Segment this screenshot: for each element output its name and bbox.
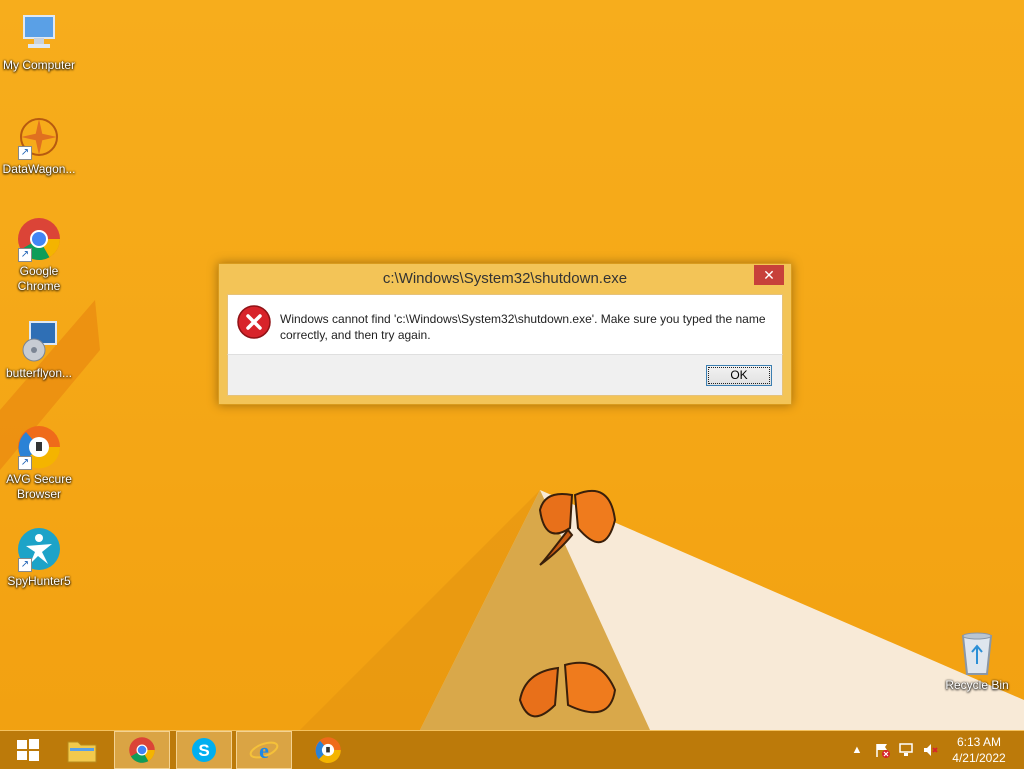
dialog-footer: OK <box>227 354 783 396</box>
show-hidden-icons-button[interactable]: ▲ <box>848 731 866 769</box>
ie-icon: e <box>249 738 279 763</box>
chrome-icon: ↗ <box>16 216 62 262</box>
desktop-icon-label: Google Chrome <box>17 264 61 293</box>
dialog-title: c:\Windows\System32\shutdown.exe <box>382 270 628 287</box>
close-button[interactable]: ✕ <box>754 265 784 285</box>
spyhunter-icon: ↗ <box>16 526 62 572</box>
clock-time: 6:13 AM <box>956 735 1002 749</box>
svg-text:e: e <box>259 738 269 763</box>
error-dialog: c:\Windows\System32\shutdown.exe ✕ Windo… <box>218 263 792 405</box>
installer-icon <box>16 318 62 364</box>
avg-browser-icon <box>315 737 341 763</box>
windows-logo-icon <box>17 739 39 761</box>
skype-icon: S <box>192 738 216 762</box>
dialog-titlebar[interactable]: c:\Windows\System32\shutdown.exe ✕ <box>219 264 791 294</box>
dialog-message: Windows cannot find 'c:\Windows\System32… <box>280 312 766 342</box>
taskbar-avg-browser[interactable] <box>300 731 356 769</box>
taskbar-skype[interactable]: S <box>176 731 232 769</box>
folder-icon <box>67 741 97 763</box>
desktop-icon-recycle-bin[interactable]: Recycle Bin <box>940 630 1014 692</box>
desktop-icon-label: Recycle Bin <box>945 678 1009 692</box>
desktop-icon-label: DataWagon... <box>2 162 76 176</box>
svg-text:S: S <box>198 741 209 760</box>
shortcut-arrow-icon: ↗ <box>18 558 32 572</box>
desktop-icon-label: butterflyon... <box>5 366 73 380</box>
taskbar-clock[interactable]: 6:13 AM 4/21/2022 <box>944 734 1014 766</box>
avg-browser-icon: ↗ <box>16 424 62 470</box>
shortcut-arrow-icon: ↗ <box>18 146 32 160</box>
ok-button[interactable]: OK <box>706 365 772 386</box>
taskbar-chrome[interactable] <box>114 731 170 769</box>
clock-date: 4/21/2022 <box>952 751 1006 765</box>
taskbar-file-explorer[interactable] <box>54 731 110 769</box>
shortcut-arrow-icon: ↗ <box>18 456 32 470</box>
recycle-bin-icon <box>957 630 997 676</box>
datawagon-icon: ↗ <box>16 114 62 160</box>
network-icon[interactable] <box>896 731 916 769</box>
desktop-icon-datawagon[interactable]: ↗ DataWagon... <box>0 108 78 177</box>
desktop-icon-label: AVG Secure Browser <box>6 472 72 501</box>
action-center-flag-icon[interactable] <box>872 731 892 769</box>
taskbar: S e ▲ 6:13 AM 4/21/2022 <box>0 730 1024 769</box>
computer-icon <box>16 10 62 56</box>
shortcut-arrow-icon: ↗ <box>18 248 32 262</box>
taskbar-internet-explorer[interactable]: e <box>236 731 292 769</box>
dialog-body: Windows cannot find 'c:\Windows\System32… <box>227 294 783 355</box>
desktop-icon-label: SpyHunter5 <box>7 574 71 588</box>
start-button[interactable] <box>0 731 56 769</box>
desktop-icon-butterflyon[interactable]: butterflyon... <box>0 312 78 381</box>
desktop-icon-google-chrome[interactable]: ↗ Google Chrome <box>0 210 78 294</box>
error-icon <box>237 305 271 339</box>
desktop-icon-spyhunter5[interactable]: ↗ SpyHunter5 <box>0 520 78 589</box>
desktop-icon-my-computer[interactable]: My Computer <box>0 4 78 73</box>
chrome-icon <box>129 737 155 763</box>
volume-muted-icon[interactable] <box>920 731 940 769</box>
desktop-icon-label: My Computer <box>2 58 76 72</box>
desktop-icon-avg-secure-browser[interactable]: ↗ AVG Secure Browser <box>0 418 78 502</box>
